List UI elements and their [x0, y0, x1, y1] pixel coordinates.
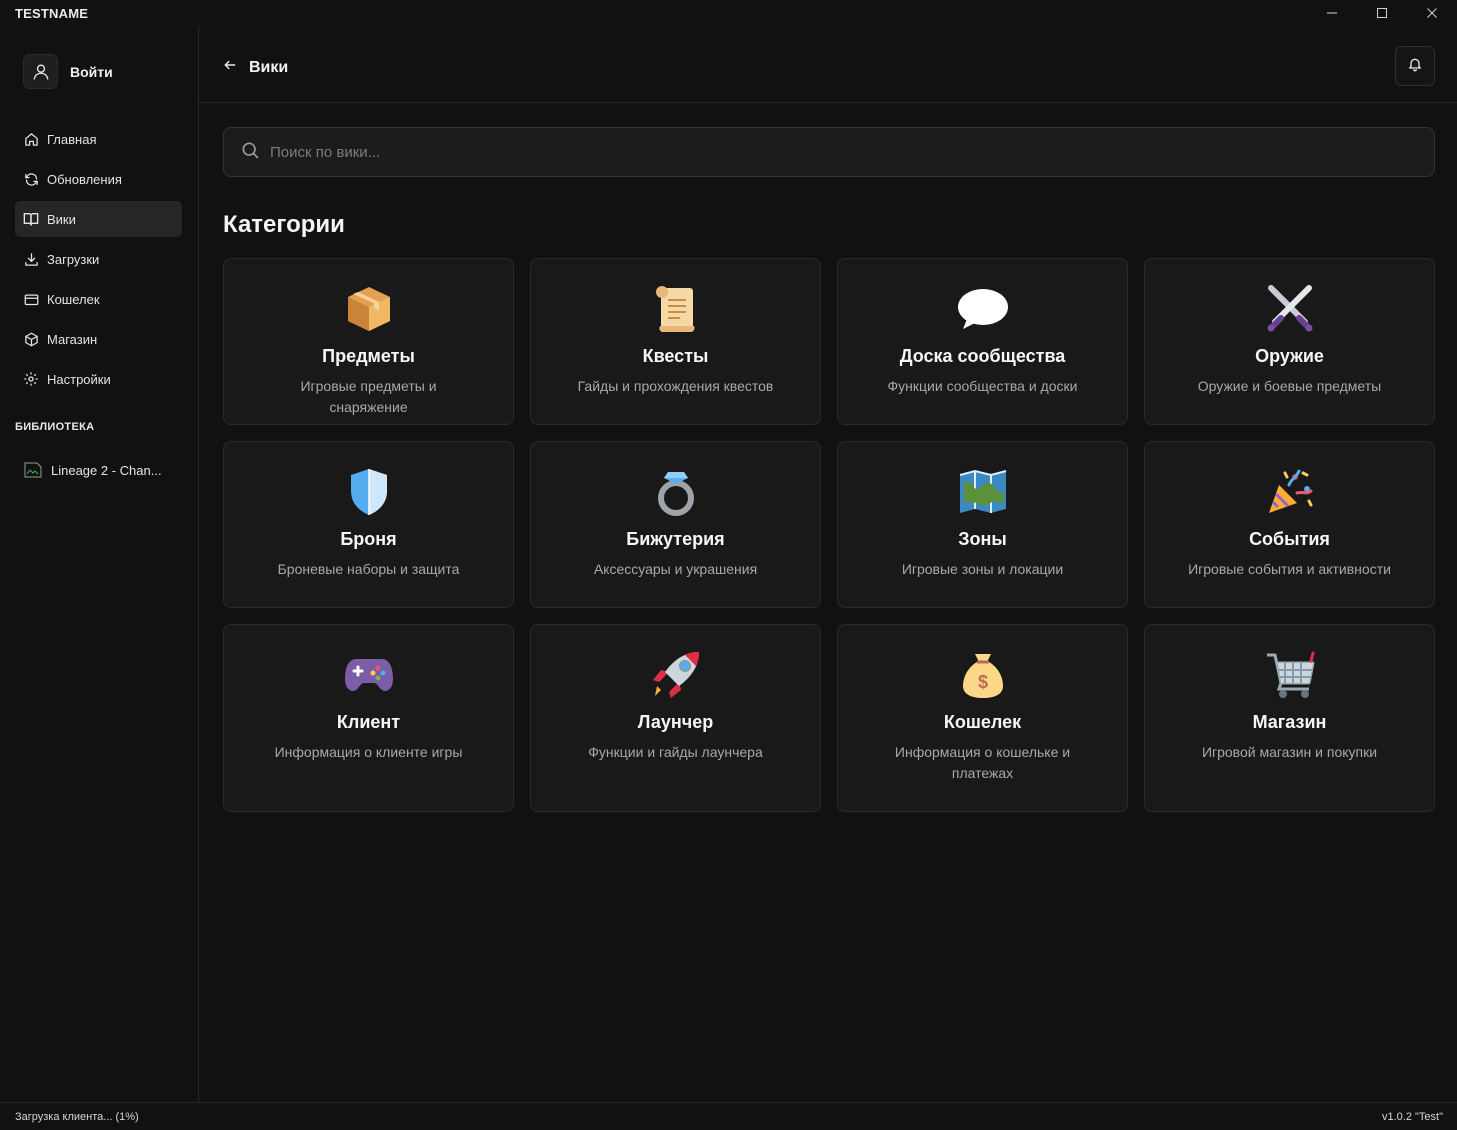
scroll-icon — [650, 283, 702, 335]
home-icon — [23, 131, 39, 147]
card-title: Бижутерия — [626, 529, 725, 549]
card-description: Гайды и прохождения квестов — [577, 378, 774, 394]
page-header: Вики — [199, 26, 1457, 103]
card-description: Броневые наборы и защита — [277, 561, 460, 577]
back-button[interactable]: Вики — [223, 58, 288, 77]
card-description: Игровые зоны и локации — [901, 561, 1064, 577]
book-icon — [23, 211, 39, 227]
window-controls — [1307, 0, 1457, 26]
box-icon — [23, 331, 39, 347]
card-title: Магазин — [1252, 712, 1327, 732]
card-title: Предметы — [322, 346, 415, 366]
category-card-community-board[interactable]: Доска сообщества Функции сообщества и до… — [837, 258, 1128, 425]
sidebar: Войти Главная Обновления Вики Загрузки К… — [0, 26, 199, 1102]
sidebar-item-downloads[interactable]: Загрузки — [15, 241, 182, 277]
search-bar — [223, 127, 1435, 177]
category-card-items[interactable]: Предметы Игровые предметы и снаряжение — [223, 258, 514, 425]
card-title: Кошелек — [943, 712, 1022, 732]
sidebar-item-label: Магазин — [47, 331, 98, 347]
title-bar: TESTNAME — [0, 0, 1457, 26]
login-button[interactable]: Войти — [23, 54, 113, 89]
rocket-icon — [650, 649, 702, 701]
category-card-jewelry[interactable]: Бижутерия Аксессуары и украшения — [530, 441, 821, 608]
card-description: Аксессуары и украшения — [593, 561, 758, 577]
sidebar-item-label: Обновления — [47, 171, 122, 187]
party-popper-icon — [1264, 466, 1316, 518]
sidebar-item-label: Кошелек — [47, 291, 100, 307]
maximize-button[interactable] — [1357, 0, 1407, 26]
category-card-wallet[interactable]: $ Кошелек Информация о кошельке и платеж… — [837, 624, 1128, 812]
card-description: Информация о кошельке и платежах — [894, 744, 1071, 781]
search-input[interactable] — [270, 143, 1434, 161]
sidebar-item-label: Загрузки — [47, 251, 100, 267]
bell-icon — [1407, 56, 1423, 77]
shield-icon — [343, 466, 395, 518]
section-title: Категории — [223, 211, 345, 238]
card-title: Броня — [340, 529, 397, 549]
category-card-quests[interactable]: Квесты Гайды и прохождения квестов — [530, 258, 821, 425]
shopping-cart-icon — [1264, 649, 1316, 701]
speech-bubble-icon — [957, 283, 1009, 335]
sidebar-item-settings[interactable]: Настройки — [15, 361, 182, 397]
sidebar-item-label: Настройки — [47, 371, 111, 387]
minimize-button[interactable] — [1307, 0, 1357, 26]
categories-grid: Предметы Игровые предметы и снаряжение К… — [223, 258, 1435, 812]
page-title: Вики — [249, 58, 289, 76]
crossed-swords-icon — [1264, 283, 1316, 335]
search-icon — [240, 140, 260, 165]
gear-icon — [23, 371, 39, 387]
card-title: Клиент — [336, 712, 401, 732]
card-description: Функции сообщества и доски — [887, 378, 1078, 394]
broken-image-icon — [23, 462, 43, 478]
map-icon — [957, 466, 1009, 518]
card-description: Игровой магазин и покупки — [1201, 744, 1378, 760]
category-card-zones[interactable]: Зоны Игровые зоны и локации — [837, 441, 1128, 608]
category-card-shop[interactable]: Магазин Игровой магазин и покупки — [1144, 624, 1435, 812]
sidebar-nav: Главная Обновления Вики Загрузки Кошелек — [15, 121, 182, 401]
svg-text:$: $ — [977, 672, 987, 692]
category-card-launcher[interactable]: Лаунчер Функции и гайды лаунчера — [530, 624, 821, 812]
card-description: Игровые события и активности — [1188, 561, 1391, 577]
sidebar-item-home[interactable]: Главная — [15, 121, 182, 157]
refresh-icon — [23, 171, 39, 187]
sidebar-item-label: Главная — [47, 131, 97, 147]
card-title: Доска сообщества — [899, 346, 1066, 366]
sidebar-item-label: Вики — [47, 211, 76, 227]
card-title: Лаунчер — [637, 712, 714, 732]
card-description: Игровые предметы и снаряжение — [300, 378, 437, 415]
notifications-button[interactable] — [1395, 46, 1435, 86]
library-item-label: Lineage 2 - Chan... — [51, 462, 162, 478]
card-title: Зоны — [958, 529, 1007, 549]
download-icon — [23, 251, 39, 267]
sidebar-item-wiki[interactable]: Вики — [15, 201, 182, 237]
category-card-armor[interactable]: Броня Броневые наборы и защита — [223, 441, 514, 608]
app-title: TESTNAME — [15, 5, 89, 21]
card-description: Оружие и боевые предметы — [1197, 378, 1382, 394]
category-card-events[interactable]: События Игровые события и активности — [1144, 441, 1435, 608]
sidebar-item-wallet[interactable]: Кошелек — [15, 281, 182, 317]
category-card-client[interactable]: Клиент Информация о клиенте игры — [223, 624, 514, 812]
status-bar: Загрузка клиента... (1%) v1.0.2 "Test" — [0, 1102, 1457, 1130]
card-title: Квесты — [642, 346, 709, 366]
arrow-left-icon — [223, 58, 237, 77]
sidebar-item-updates[interactable]: Обновления — [15, 161, 182, 197]
money-bag-icon: $ — [957, 649, 1009, 701]
library-item[interactable]: Lineage 2 - Chan... — [23, 462, 162, 478]
close-button[interactable] — [1407, 0, 1457, 26]
download-status: Загрузка клиента... (1%) — [15, 1111, 139, 1123]
library-header: БИБЛИОТЕКА — [15, 421, 95, 433]
wallet-icon — [23, 291, 39, 307]
user-icon — [23, 54, 58, 89]
card-title: События — [1249, 529, 1330, 549]
ring-icon — [650, 466, 702, 518]
gamepad-icon — [343, 649, 395, 701]
card-description: Функции и гайды лаунчера — [588, 744, 763, 760]
login-label: Войти — [70, 63, 113, 80]
package-icon — [343, 283, 395, 335]
sidebar-item-shop[interactable]: Магазин — [15, 321, 182, 357]
card-title: Оружие — [1255, 346, 1324, 366]
category-card-weapons[interactable]: Оружие Оружие и боевые предметы — [1144, 258, 1435, 425]
version-label: v1.0.2 "Test" — [1381, 1111, 1443, 1123]
card-description: Информация о клиенте игры — [274, 744, 463, 760]
